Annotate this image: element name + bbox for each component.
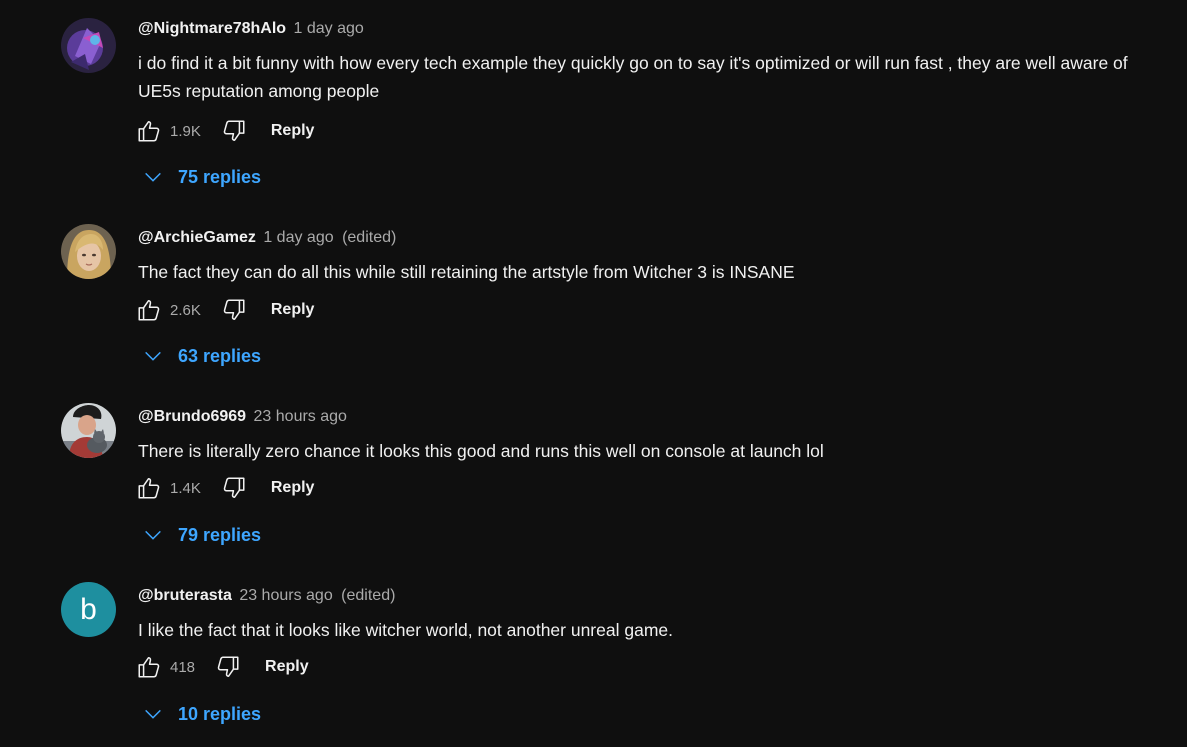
thumbs-up-icon [138, 121, 160, 142]
view-replies-button[interactable]: 10 replies [142, 699, 261, 729]
chevron-down-icon [145, 351, 161, 361]
comment-thread: b @bruterasta 23 hours ago (edited) I li… [0, 575, 1187, 747]
comment-actions: 418 Reply [134, 652, 309, 682]
comment-timestamp[interactable]: 1 day ago [294, 20, 364, 37]
comment-author[interactable]: @Nightmare78hAlo [138, 20, 286, 37]
thumbs-up-icon [138, 478, 160, 499]
replies-count-label: 79 replies [178, 524, 262, 545]
dislike-button[interactable] [219, 116, 249, 146]
comment-timestamp[interactable]: 1 day ago [263, 229, 333, 246]
avatar[interactable] [61, 403, 116, 458]
reply-button[interactable]: Reply [271, 301, 315, 319]
comment-thread: @ArchieGamez 1 day ago (edited) The fact… [0, 217, 1187, 396]
replies-count-label: 63 replies [178, 345, 262, 366]
thumbs-down-icon [223, 477, 245, 498]
comment-thread: @Nightmare78hAlo 1 day ago i do find it … [0, 8, 1187, 187]
like-button[interactable] [134, 295, 164, 325]
comment-author[interactable]: @ArchieGamez [138, 229, 256, 246]
avatar[interactable]: b [61, 582, 116, 637]
thumbs-up-icon [138, 657, 160, 678]
comment-text: I like the fact that it looks like witch… [138, 620, 673, 640]
reply-button[interactable]: Reply [271, 122, 315, 140]
comment-header: @Nightmare78hAlo 1 day ago [138, 19, 364, 39]
comment-timestamp[interactable]: 23 hours ago [239, 587, 332, 604]
dislike-button[interactable] [219, 473, 249, 503]
dislike-button[interactable] [219, 295, 249, 325]
person-with-cat-avatar-icon [61, 403, 116, 458]
chevron-down-icon [145, 709, 161, 719]
thumbs-up-icon [138, 300, 160, 321]
comment-actions: 2.6K Reply [134, 295, 314, 325]
thumbs-down-icon [223, 299, 245, 320]
comment-author[interactable]: @bruterasta [138, 587, 232, 604]
comment-actions: 1.4K Reply [134, 473, 314, 503]
dislike-button[interactable] [213, 652, 243, 682]
purple-abstract-avatar-icon [61, 18, 116, 73]
view-replies-button[interactable]: 75 replies [142, 162, 261, 192]
comment-header: @ArchieGamez 1 day ago (edited) [138, 228, 396, 248]
avatar[interactable] [61, 224, 116, 279]
like-button[interactable] [134, 116, 164, 146]
comment-thread: @Brundo6969 23 hours ago There is litera… [0, 396, 1187, 575]
comment-header: @Brundo6969 23 hours ago [138, 407, 347, 427]
reply-button[interactable]: Reply [271, 479, 315, 497]
avatar-letter: b [80, 592, 97, 626]
blonde-character-avatar-icon [61, 224, 116, 279]
like-count: 418 [170, 658, 196, 676]
thumbs-down-icon [217, 656, 239, 677]
reply-button[interactable]: Reply [265, 658, 309, 676]
chevron-down-icon [145, 172, 161, 182]
edited-label: (edited) [342, 229, 397, 246]
like-count: 1.4K [170, 479, 201, 497]
comment-text: There is literally zero chance it looks … [138, 441, 824, 461]
edited-label: (edited) [341, 587, 396, 604]
comment-text: The fact they can do all this while stil… [138, 262, 795, 282]
comments-section: @Nightmare78hAlo 1 day ago i do find it … [0, 0, 1187, 747]
comment-author[interactable]: @Brundo6969 [138, 408, 246, 425]
view-replies-button[interactable]: 63 replies [142, 341, 261, 371]
replies-count-label: 10 replies [178, 703, 262, 724]
comment-text: i do find it a bit funny with how every … [138, 53, 1128, 101]
avatar[interactable] [61, 18, 116, 73]
chevron-down-icon [145, 530, 161, 540]
comment-timestamp[interactable]: 23 hours ago [254, 408, 347, 425]
comment-actions: 1.9K Reply [134, 116, 314, 146]
like-button[interactable] [134, 473, 164, 503]
like-button[interactable] [134, 652, 164, 682]
replies-count-label: 75 replies [178, 166, 262, 187]
comment-header: @bruterasta 23 hours ago (edited) [138, 586, 395, 606]
view-replies-button[interactable]: 79 replies [142, 520, 261, 550]
like-count: 2.6K [170, 301, 201, 319]
thumbs-down-icon [223, 120, 245, 141]
like-count: 1.9K [170, 122, 201, 140]
